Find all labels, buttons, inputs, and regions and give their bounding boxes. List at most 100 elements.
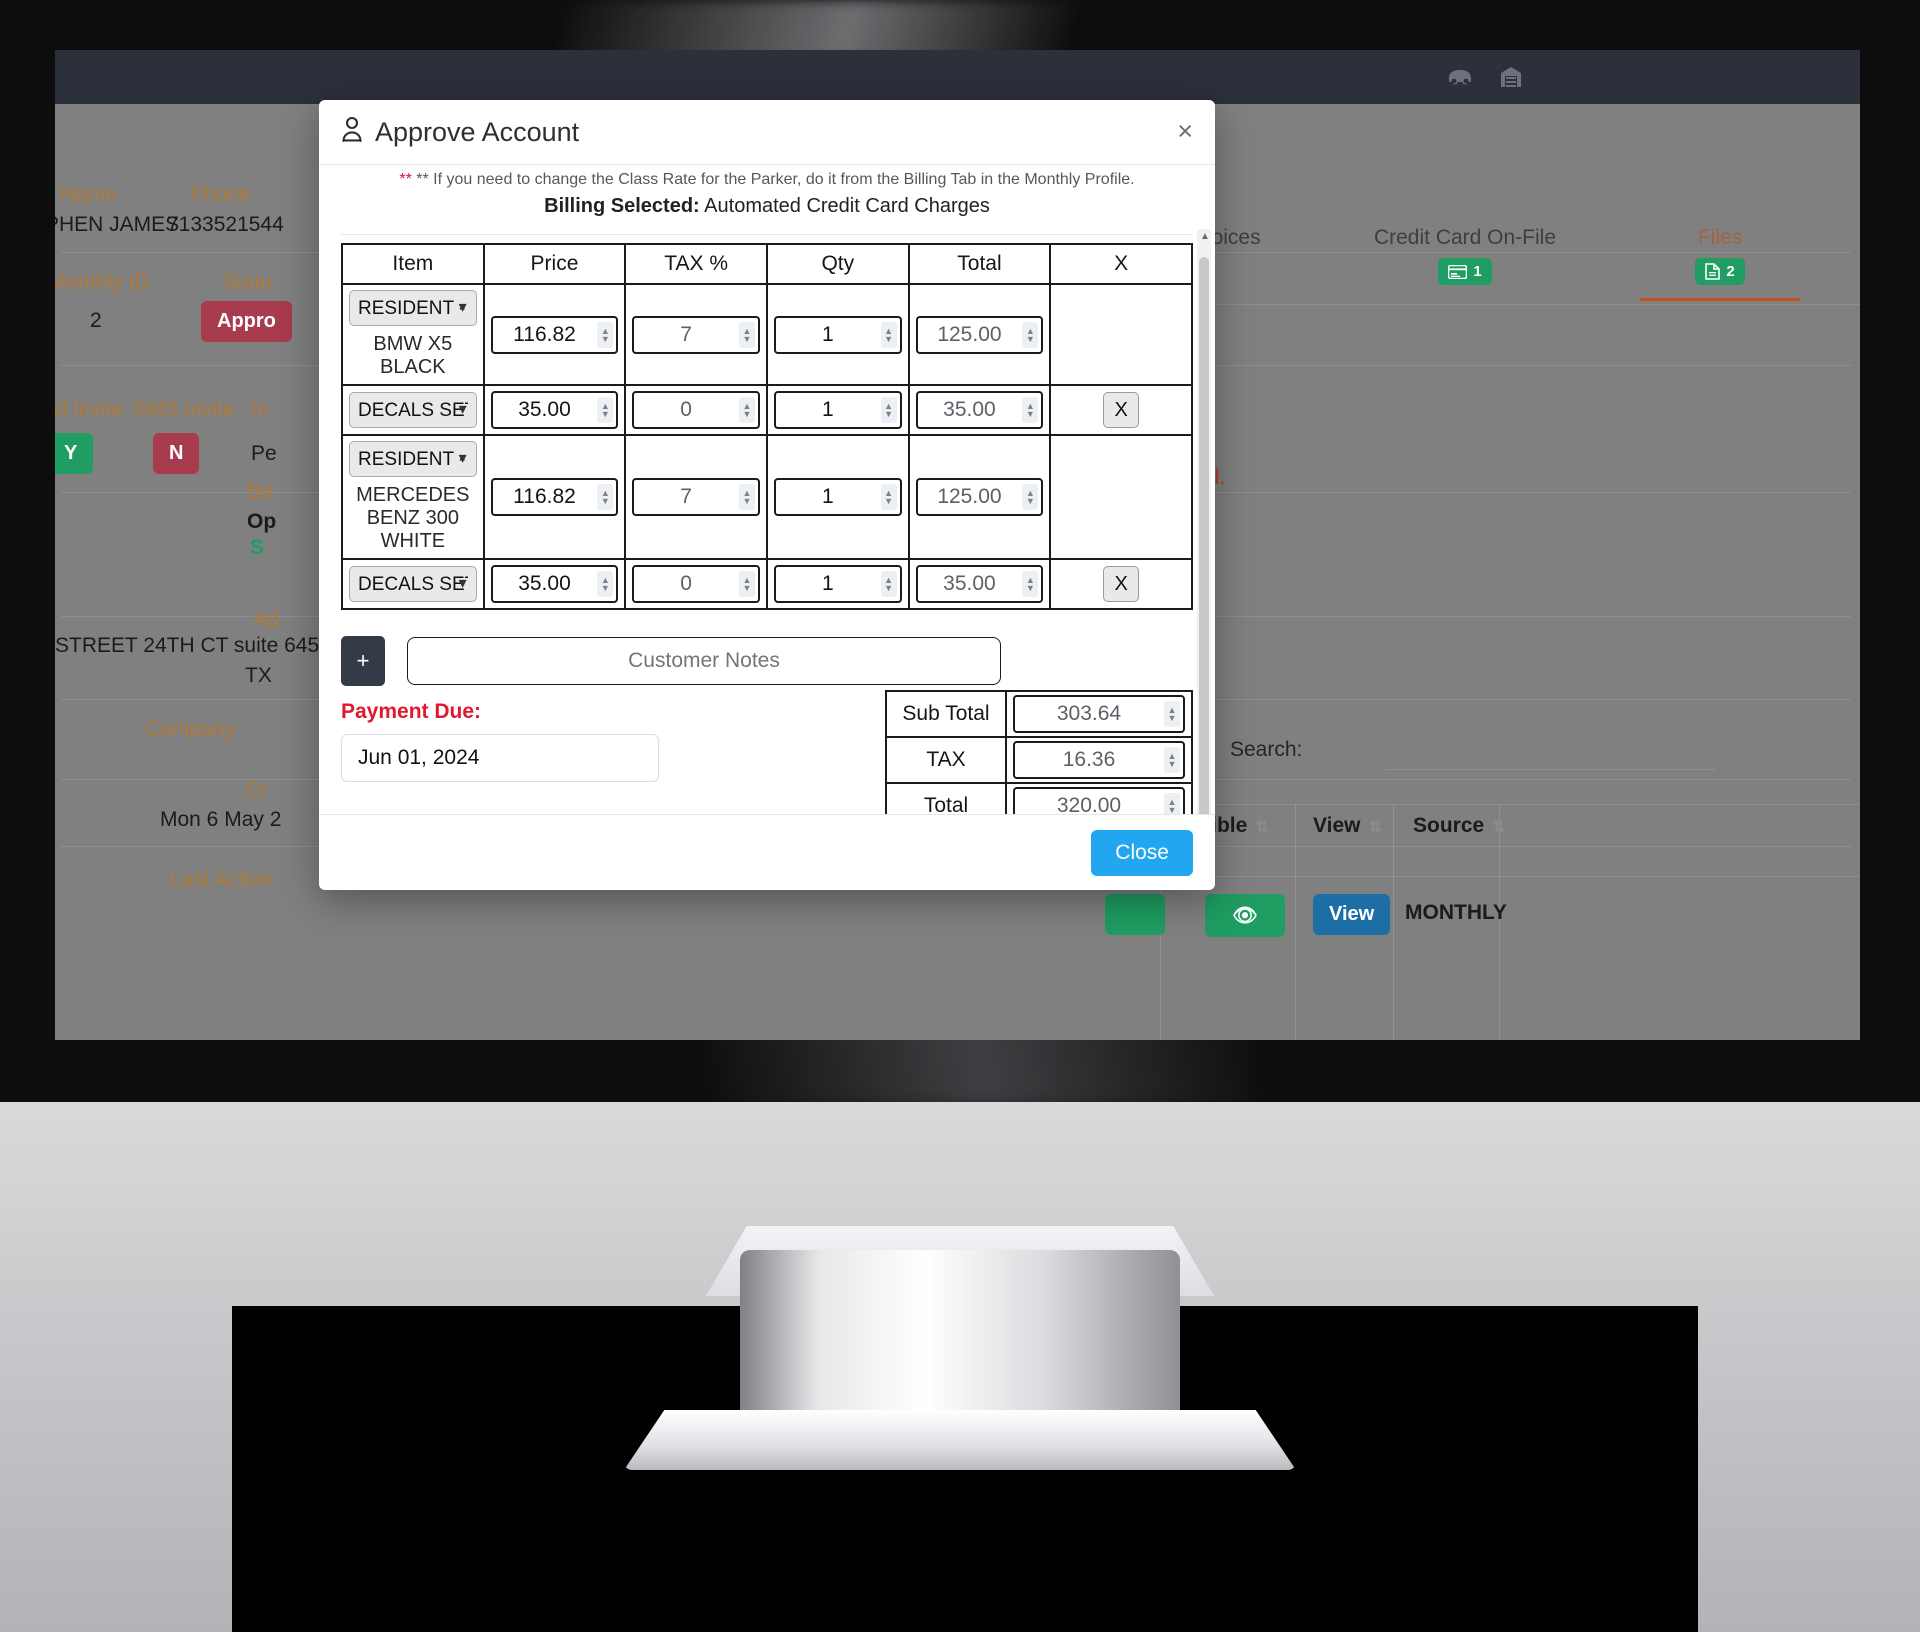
car-icon[interactable] — [1445, 64, 1475, 91]
price-input[interactable] — [490, 391, 619, 429]
cell-item: RESIDENT - $125.00 BMW X5 BLACK — [341, 283, 485, 386]
qty-input[interactable] — [773, 565, 902, 603]
cell-tax: ▲▼ — [624, 558, 768, 610]
balance-label: Ba — [247, 480, 273, 503]
payment-totals-row: Payment Due: Sub Total ▲▼ — [341, 690, 1193, 814]
cell-delete — [1049, 283, 1193, 386]
price-input[interactable] — [490, 315, 619, 354]
class-rate-note-asterisk: ** — [399, 171, 412, 188]
tax-input[interactable] — [632, 565, 760, 603]
tax-input[interactable] — [632, 391, 760, 429]
row-view-button[interactable]: View — [1313, 894, 1391, 935]
search-input-underline[interactable] — [1385, 769, 1715, 770]
app-navbar — [55, 50, 1860, 104]
qty-input[interactable] — [773, 315, 902, 354]
price-input[interactable] — [490, 565, 619, 603]
tab-files-badge: 2 — [1695, 258, 1745, 285]
status-label: Statu — [223, 271, 273, 294]
name-value: PHEN JAMES — [55, 213, 180, 236]
price-input[interactable] — [490, 478, 619, 516]
modal-title: Approve Account — [341, 116, 579, 149]
tab-credit-card-badge: 1 — [1438, 258, 1492, 285]
tab-files-badge-count: 2 — [1726, 263, 1735, 280]
column-header-source[interactable]: Source ⇅ — [1413, 814, 1506, 838]
modal-scrollbar[interactable]: ▲ ▼ — [1197, 229, 1211, 814]
grand-total-input[interactable] — [1013, 787, 1185, 814]
file-icon — [1705, 263, 1721, 280]
sms-invite-value: N — [153, 433, 200, 474]
billing-selected-line: Billing Selected: Automated Credit Card … — [341, 195, 1193, 218]
balance-value-2: S — [250, 536, 265, 559]
grand-total-label: Total — [885, 782, 1007, 814]
add-row-button[interactable]: + — [341, 636, 385, 686]
cell-item: DECALS SET [One Time] - $35.00 — [341, 384, 485, 436]
table-row: DECALS SET [One Time] - $35.00 ▲▼ ▲▼ — [341, 384, 1193, 436]
garage-icon[interactable] — [1498, 64, 1524, 95]
item-select[interactable]: DECALS SET [One Time] - $35.00 — [349, 566, 477, 602]
col-tax: TAX % — [624, 243, 768, 285]
row-view-button-label: View — [1313, 894, 1391, 935]
billing-selected-value: Automated Credit Card Charges — [704, 195, 990, 217]
sub-total-input[interactable] — [1013, 695, 1185, 733]
row-visible-toggle[interactable]: 👁 — [1205, 894, 1285, 937]
tab-credit-card-on-file[interactable]: Credit Card On-File 1 — [1315, 226, 1615, 285]
close-icon[interactable]: × — [1177, 118, 1193, 145]
sort-icon: ⇅ — [1368, 819, 1382, 836]
browser-window: Name PHEN JAMES Phone 7133521544 Monthly… — [55, 50, 1860, 1040]
sms-invite-label: SMS Invite — [133, 398, 235, 421]
monthly-id-label: Monthly ID — [55, 271, 150, 294]
modal-scroll-up-arrow[interactable]: ▲ — [1200, 231, 1210, 242]
cell-total: ▲▼ — [907, 384, 1052, 436]
tab-active-underline — [1640, 298, 1800, 301]
tab-credit-card-badge-count: 1 — [1473, 263, 1482, 280]
company-label: Company — [145, 718, 235, 741]
tab-files[interactable]: Files 2 — [1640, 226, 1800, 285]
qty-input[interactable] — [773, 478, 902, 516]
class-rate-note-text: ** If you need to change the Class Rate … — [416, 171, 1135, 188]
divider — [1140, 304, 1860, 305]
class-rate-note: ** ** If you need to change the Class Ra… — [341, 171, 1193, 189]
modal-title-text: Approve Account — [375, 116, 580, 147]
modal-scrollbar-thumb[interactable] — [1199, 257, 1209, 814]
credit-card-icon — [1448, 264, 1468, 279]
column-header-view-label: View — [1313, 814, 1361, 837]
delete-row-button[interactable]: X — [1103, 566, 1140, 602]
cell-delete: X — [1049, 558, 1193, 610]
modal-footer: Close — [319, 814, 1215, 890]
customer-notes-input[interactable] — [407, 637, 1001, 685]
tax-input[interactable] — [632, 315, 760, 354]
phone-value: 7133521544 — [167, 213, 284, 236]
sms-invite-badge: N — [153, 433, 200, 474]
column-header-source-label: Source — [1413, 814, 1485, 837]
tax-total-input[interactable] — [1013, 741, 1185, 779]
table-col-divider — [1295, 804, 1296, 1040]
total-input[interactable] — [915, 315, 1044, 354]
tab-credit-card-label: Credit Card On-File — [1373, 226, 1557, 249]
tax-input[interactable] — [632, 478, 760, 516]
delete-row-button[interactable]: X — [1103, 392, 1140, 428]
total-input[interactable] — [915, 478, 1044, 516]
item-select[interactable]: DECALS SET [One Time] - $35.00 — [349, 392, 477, 428]
phone-label: Phone — [190, 183, 251, 206]
invite-value: Pe — [251, 442, 277, 465]
column-header-view[interactable]: View ⇅ — [1313, 814, 1382, 838]
row-badge-green — [1105, 894, 1165, 935]
vehicle-label: BMW X5 BLACK — [373, 333, 453, 378]
table-header-row: Item Price TAX % Qty Total X — [341, 243, 1193, 285]
item-select[interactable]: RESIDENT - $125.00 — [349, 441, 477, 477]
cell-qty: ▲▼ — [765, 434, 910, 560]
qty-input[interactable] — [773, 391, 902, 429]
cell-total: ▲▼ — [907, 558, 1052, 610]
grand-total-cell: ▲▼ — [1005, 782, 1193, 814]
sort-icon: ⇅ — [1255, 819, 1269, 836]
payment-due-input[interactable] — [341, 734, 659, 782]
tab-files-label: Files — [1697, 226, 1743, 249]
table-row: RESIDENT - $125.00 MERCEDES BENZ 300 WHI… — [341, 434, 1193, 560]
total-input[interactable] — [915, 565, 1044, 603]
total-input[interactable] — [915, 391, 1044, 429]
cell-qty: ▲▼ — [765, 558, 910, 610]
user-icon — [341, 116, 363, 149]
item-select[interactable]: RESIDENT - $125.00 — [349, 290, 477, 326]
tax-total-cell: ▲▼ — [1005, 736, 1193, 784]
close-button[interactable]: Close — [1091, 829, 1193, 876]
